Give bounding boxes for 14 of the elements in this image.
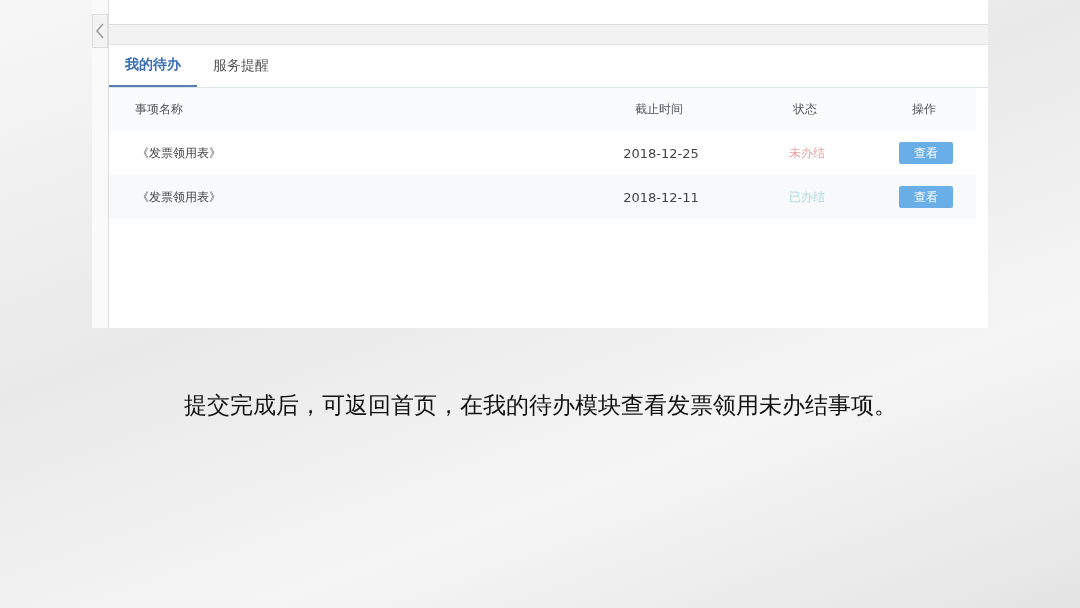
tab[interactable]: 服务提醒 — [197, 45, 285, 87]
column-header: 操作 — [911, 101, 937, 118]
table-cell-text: 《发票领用表》 — [136, 188, 222, 206]
caption-text: 提交完成后，可返回首页，在我的待办模块查看发票领用未办结事项。 — [182, 391, 898, 420]
status-label: 已办结 — [788, 188, 826, 206]
column-header: 事项名称 — [134, 101, 184, 118]
status-label: 未办结 — [788, 144, 826, 162]
column-header: 截止时间 — [634, 101, 684, 118]
table-cell-text: 2018-12-11 — [622, 189, 700, 205]
column-header: 状态 — [792, 101, 818, 118]
chevron-left-icon — [95, 23, 105, 39]
table-cell-text: 2018-12-25 — [622, 145, 700, 161]
collapse-button[interactable] — [92, 14, 108, 48]
table-cell-text: 《发票领用表》 — [136, 144, 222, 162]
